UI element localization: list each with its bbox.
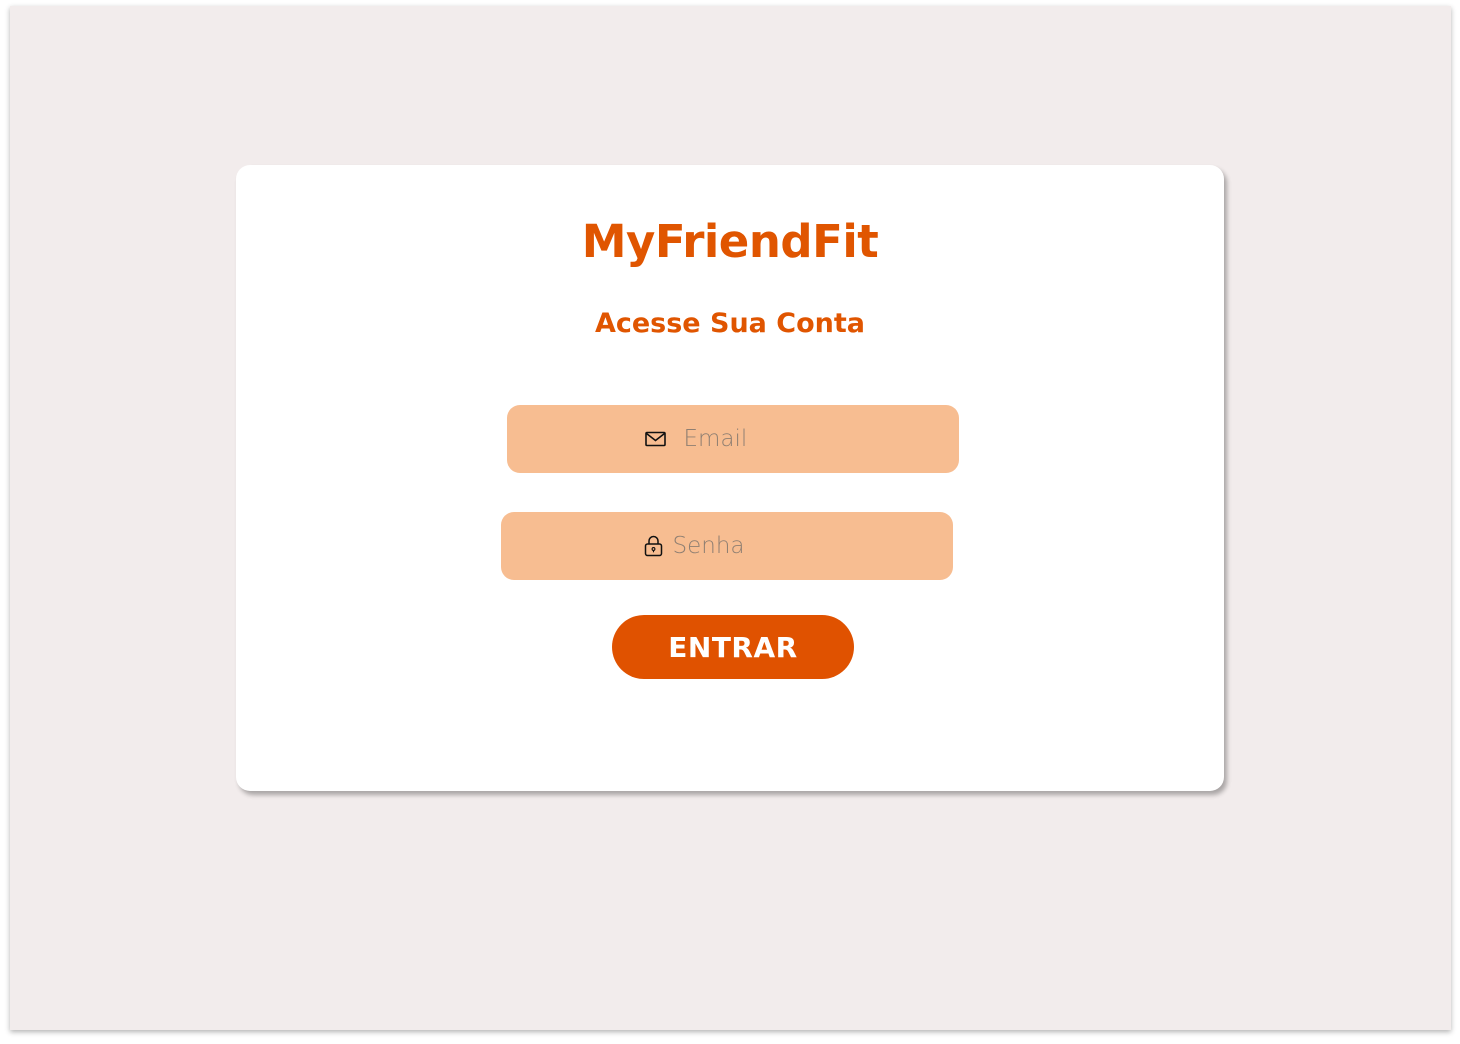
page-subtitle: Acesse Sua Conta [594,308,866,339]
login-card: MyFriendFit Acesse Sua Conta Email ENTRA… [236,165,1224,791]
password-input[interactable] [672,533,783,559]
email-input[interactable] [683,426,794,452]
brand-title: MyFriendFit [581,215,879,268]
lock-icon [644,535,663,557]
page-background: MyFriendFit Acesse Sua Conta Email ENTRA… [10,6,1451,1030]
password-field[interactable] [501,512,953,580]
email-field[interactable] [507,405,959,473]
mail-icon [644,431,666,447]
enter-button[interactable]: ENTRAR [612,615,854,679]
